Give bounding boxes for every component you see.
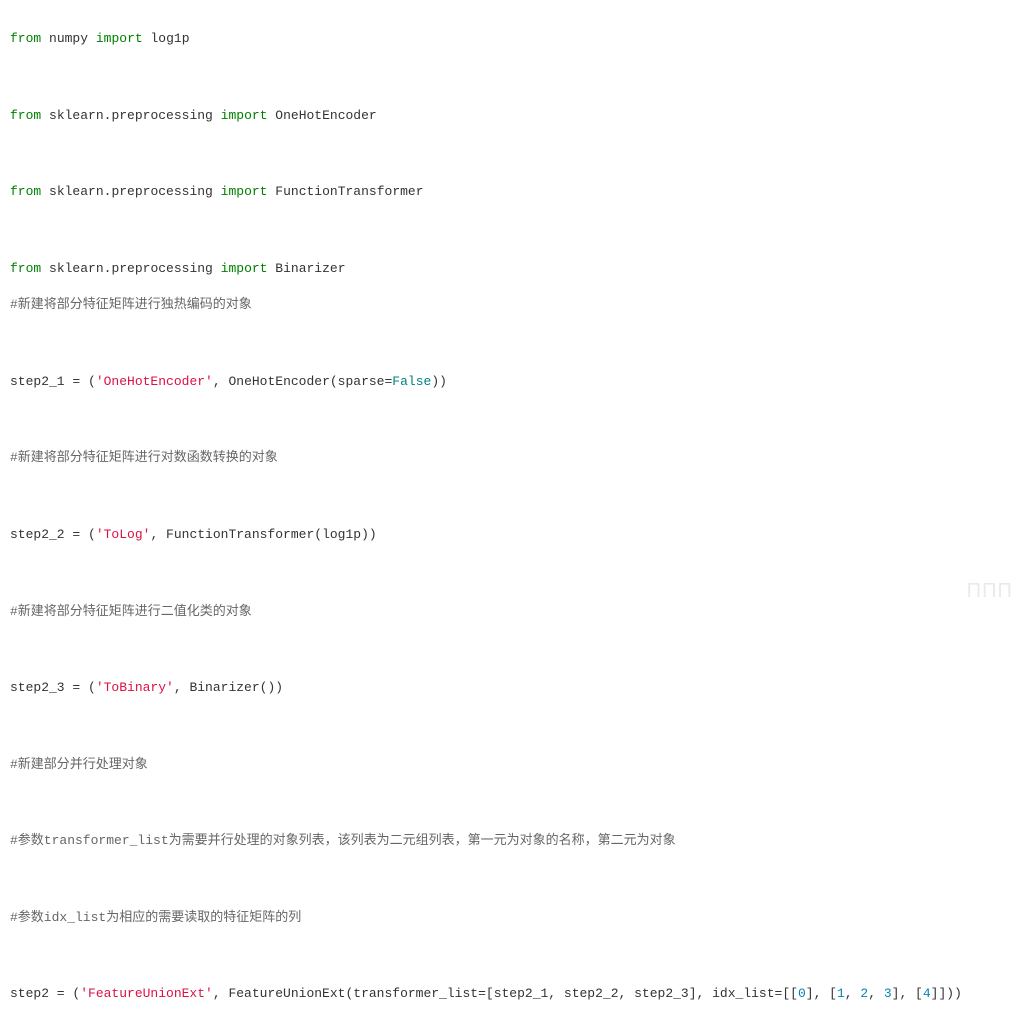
number-literal: 2 (860, 986, 868, 1001)
keyword-import: import (221, 184, 268, 199)
comment-line: #新建将部分特征矩阵进行对数函数转换的对象 (10, 449, 1007, 467)
module-name: numpy (49, 31, 88, 46)
import-name: log1p (150, 31, 189, 46)
number-literal: 1 (837, 986, 845, 1001)
keyword-from: from (10, 184, 41, 199)
keyword-import: import (221, 108, 268, 123)
module-name: sklearn.preprocessing (49, 108, 213, 123)
module-name: sklearn.preprocessing (49, 261, 213, 276)
code-block: from numpy import log1p from sklearn.pre… (10, 12, 1007, 1022)
code-line: step2_2 = ('ToLog', FunctionTransformer(… (10, 526, 1007, 544)
watermark-icon: ΠΠΠ (967, 577, 1013, 605)
keyword-from: from (10, 31, 41, 46)
bool-literal: False (392, 374, 431, 389)
string-literal: 'OneHotEncoder' (96, 374, 213, 389)
comment-line: #新建部分并行处理对象 (10, 756, 1007, 774)
code-line: from numpy import log1p (10, 30, 1007, 48)
string-literal: 'FeatureUnionExt' (80, 986, 213, 1001)
number-literal: 4 (923, 986, 931, 1001)
module-name: sklearn.preprocessing (49, 184, 213, 199)
number-literal: 3 (884, 986, 892, 1001)
string-literal: 'ToBinary' (96, 680, 174, 695)
keyword-import: import (221, 261, 268, 276)
comment-line: #新建将部分特征矩阵进行独热编码的对象 (10, 296, 1007, 314)
comment-line: #参数transformer_list为需要并行处理的对象列表，该列表为二元组列… (10, 832, 1007, 850)
code-line: from sklearn.preprocessing import OneHot… (10, 107, 1007, 125)
code-line: step2_1 = ('OneHotEncoder', OneHotEncode… (10, 373, 1007, 391)
code-line: from sklearn.preprocessing import Functi… (10, 183, 1007, 201)
import-name: Binarizer (275, 261, 345, 276)
import-name: OneHotEncoder (275, 108, 376, 123)
import-name: FunctionTransformer (275, 184, 423, 199)
comment-line: #新建将部分特征矩阵进行二值化类的对象 (10, 603, 1007, 621)
code-line: step2 = ('FeatureUnionExt', FeatureUnion… (10, 985, 1007, 1003)
keyword-from: from (10, 108, 41, 123)
code-line: from sklearn.preprocessing import Binari… (10, 260, 1007, 278)
number-literal: 0 (798, 986, 806, 1001)
comment-line: #参数idx_list为相应的需要读取的特征矩阵的列 (10, 909, 1007, 927)
code-line: step2_3 = ('ToBinary', Binarizer()) (10, 679, 1007, 697)
keyword-import: import (96, 31, 143, 46)
string-literal: 'ToLog' (96, 527, 151, 542)
keyword-from: from (10, 261, 41, 276)
